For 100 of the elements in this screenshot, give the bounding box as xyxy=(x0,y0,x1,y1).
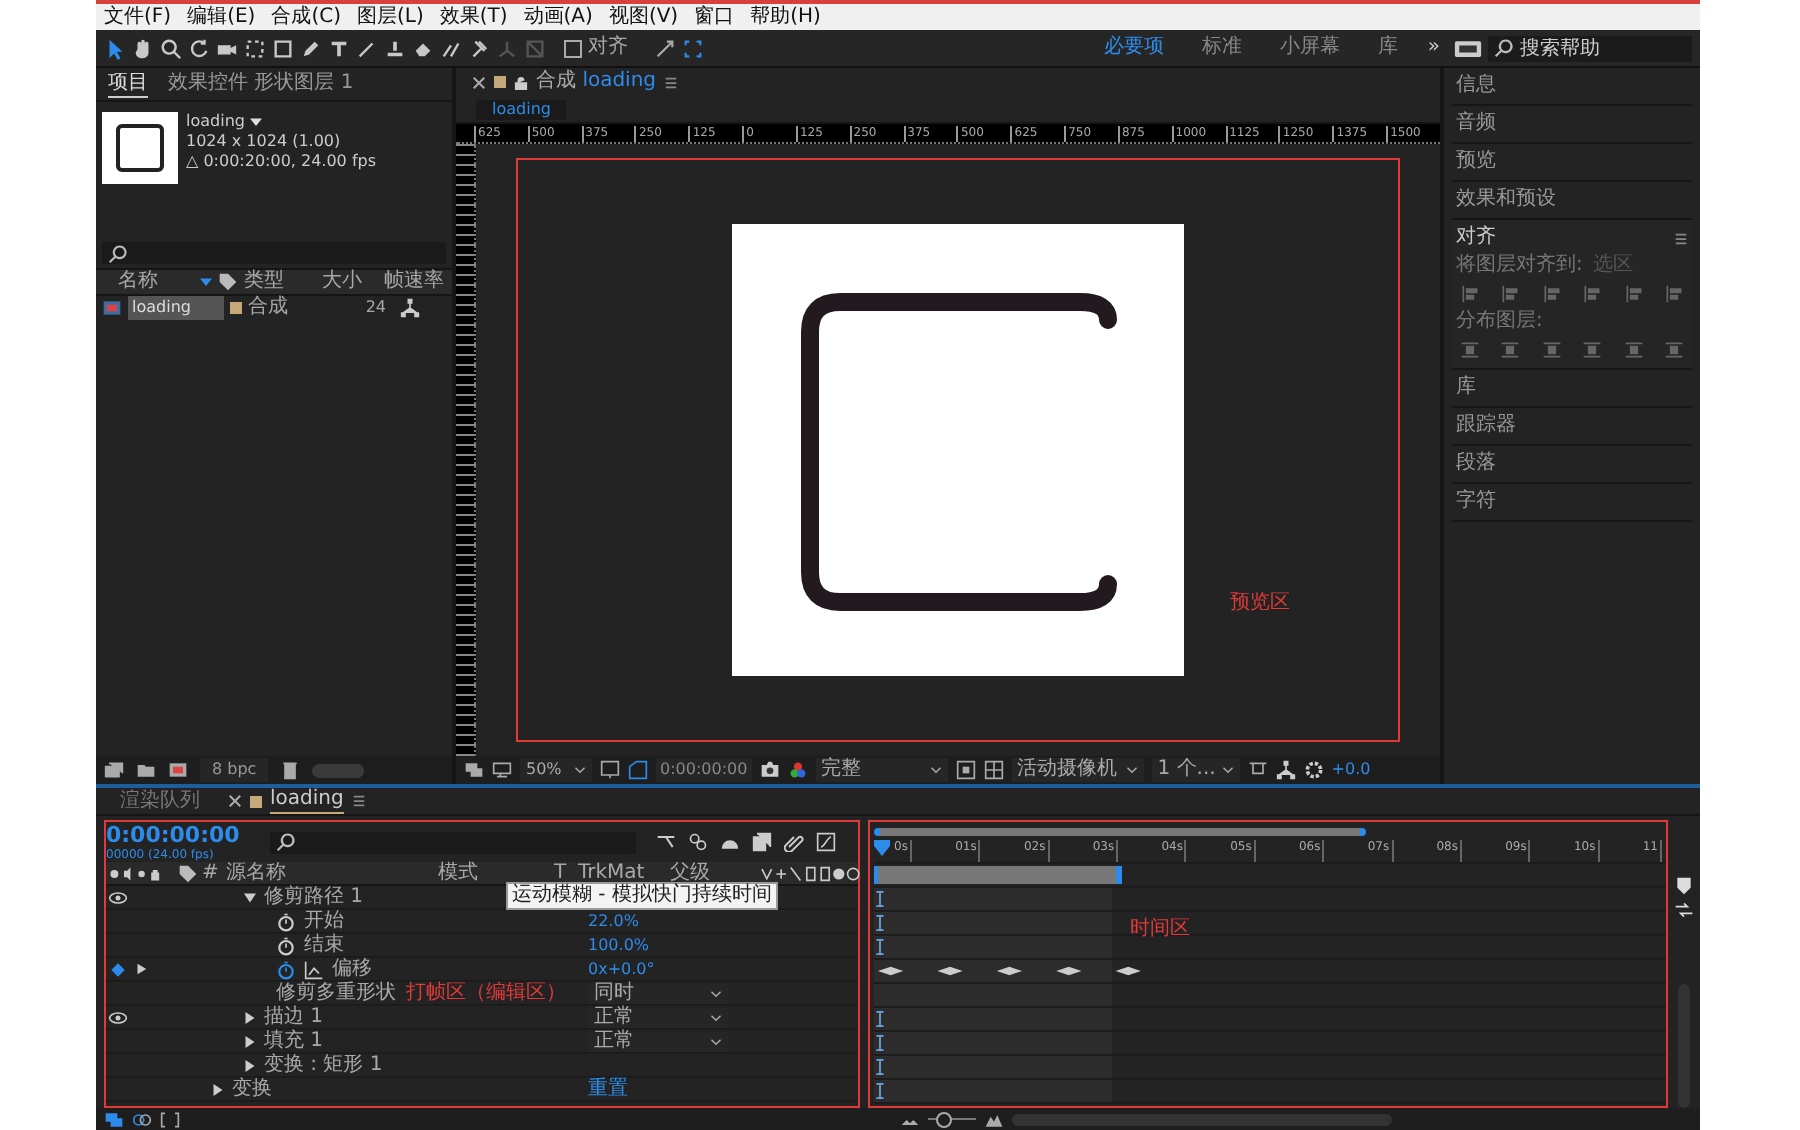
panel-menu-icon[interactable] xyxy=(1674,231,1688,245)
composition-breadcrumb[interactable]: loading xyxy=(476,99,567,119)
caret-icon[interactable] xyxy=(250,117,263,127)
panel-header[interactable]: 信息 xyxy=(1452,68,1692,106)
label-swatch[interactable] xyxy=(230,302,242,314)
stopwatch-icon[interactable] xyxy=(276,935,296,955)
panel-title[interactable]: 对齐 xyxy=(1456,226,1496,250)
property-value[interactable]: 22.0% xyxy=(588,909,639,933)
property-value[interactable]: 100.0% xyxy=(588,933,650,957)
workspace-tab[interactable]: 库 xyxy=(1361,36,1414,60)
distribute-middle-icon[interactable] xyxy=(1623,340,1644,360)
column-header[interactable]: 帧速率 xyxy=(384,270,444,294)
paperclip-icon[interactable] xyxy=(784,832,804,852)
timeline-tab[interactable]: 渲染队列 xyxy=(120,789,200,813)
twirl-triangle-icon[interactable] xyxy=(244,1011,256,1023)
close-icon[interactable] xyxy=(472,75,486,89)
menu-item[interactable]: 视图(V) xyxy=(608,5,679,29)
align-center-icon[interactable] xyxy=(1500,284,1521,304)
flowchart-icon[interactable] xyxy=(1275,760,1296,780)
keyframe-add-icon[interactable] xyxy=(108,959,128,979)
label-swatch[interactable] xyxy=(494,76,506,88)
selection-arrow-icon[interactable] xyxy=(104,37,126,59)
project-search-field[interactable] xyxy=(102,242,446,264)
help-search-field[interactable]: 搜索帮助 xyxy=(1520,37,1676,59)
panel-header[interactable]: 跟踪器 xyxy=(1452,408,1692,446)
panel-header[interactable]: 音频 xyxy=(1452,106,1692,144)
stamp-icon[interactable] xyxy=(384,37,406,59)
in-point-marker[interactable] xyxy=(876,1010,884,1028)
menu-item[interactable]: 图层(L) xyxy=(356,5,424,29)
thumbnail-size-bar[interactable] xyxy=(312,763,365,777)
property-name[interactable]: 描边 1 xyxy=(264,1006,324,1028)
color-channels-icon[interactable] xyxy=(787,760,808,780)
tag-icon[interactable] xyxy=(218,272,238,292)
align-right-icon[interactable] xyxy=(1541,284,1562,304)
twirl-triangle-icon[interactable] xyxy=(244,1035,256,1047)
snap-checkbox[interactable] xyxy=(564,39,582,57)
twirl-triangle-icon[interactable] xyxy=(212,1083,224,1095)
distribute-center-icon[interactable] xyxy=(1500,340,1521,360)
sort-caret-icon[interactable] xyxy=(200,277,212,287)
label-swatch[interactable] xyxy=(250,795,262,807)
distribute-left-icon[interactable] xyxy=(1460,340,1480,360)
column-header[interactable]: T xyxy=(554,862,574,884)
rotate-icon[interactable] xyxy=(188,37,210,59)
panel-menu-icon[interactable] xyxy=(664,75,679,89)
more-workspaces-button[interactable]: » xyxy=(1419,36,1448,60)
menu-item[interactable]: 编辑(E) xyxy=(187,5,256,29)
in-point-marker[interactable] xyxy=(876,890,884,908)
resolution-dropdown[interactable]: 完整 xyxy=(815,758,948,782)
menu-item[interactable]: 文件(F) xyxy=(104,5,172,29)
align-top-icon[interactable] xyxy=(1582,284,1603,304)
corners-icon[interactable] xyxy=(682,37,704,59)
pen-icon[interactable] xyxy=(300,37,322,59)
tag-icon[interactable] xyxy=(178,863,198,883)
panel-header[interactable]: 预览 xyxy=(1452,144,1692,182)
align-left-icon[interactable] xyxy=(1460,284,1480,304)
column-header[interactable]: 父级 xyxy=(670,862,750,884)
stopwatch-icon[interactable] xyxy=(276,911,296,931)
distribute-bottom-icon[interactable] xyxy=(1663,340,1684,360)
current-time-field[interactable]: 0:00:00:00 xyxy=(656,758,752,782)
exposure-value[interactable]: +0.0 xyxy=(1331,758,1371,782)
twirl-triangle-icon[interactable] xyxy=(244,891,256,903)
comp-marker-icon[interactable] xyxy=(1674,876,1694,896)
menu-item[interactable]: 动画(A) xyxy=(523,5,593,29)
eye-icon[interactable] xyxy=(108,887,128,907)
distribute-right-icon[interactable] xyxy=(1541,340,1562,360)
lock-icon[interactable] xyxy=(514,75,528,89)
monitor-icon[interactable] xyxy=(492,760,512,780)
property-value[interactable]: 0x+0.0° xyxy=(588,957,655,981)
zoom-in-mountains-icon[interactable] xyxy=(984,1109,1004,1129)
type-tool-icon[interactable] xyxy=(328,37,350,59)
column-header[interactable]: 源名称 xyxy=(226,862,434,884)
composition-tab[interactable]: 合成 loading xyxy=(536,70,657,94)
transparency-grid-icon[interactable] xyxy=(983,760,1004,780)
workspace-tab[interactable]: 标准 xyxy=(1185,36,1258,60)
workspace-tab[interactable]: 小屏幕 xyxy=(1263,36,1356,60)
next-keyframe-icon[interactable] xyxy=(134,962,148,976)
property-name[interactable]: 开始 xyxy=(304,910,344,932)
distribute-top-icon[interactable] xyxy=(1582,340,1603,360)
property-name[interactable]: 结束 xyxy=(304,934,344,956)
stopwatch-icon[interactable] xyxy=(276,959,296,979)
zoom-icon[interactable] xyxy=(160,37,182,59)
help-search-box[interactable]: 搜索帮助 xyxy=(1488,35,1692,61)
column-header[interactable]: 类型 xyxy=(244,270,316,294)
brackets-icon[interactable] xyxy=(160,1109,180,1129)
eye-icon[interactable] xyxy=(108,1007,128,1027)
property-name[interactable]: 修剪路径 1 xyxy=(264,886,364,908)
menu-item[interactable]: 窗口 xyxy=(694,5,735,29)
grid-toggle-icon[interactable] xyxy=(600,760,620,780)
circles-icon[interactable] xyxy=(132,1109,152,1129)
column-header[interactable]: 名称 xyxy=(102,270,194,294)
panel-tab[interactable]: 项目 xyxy=(108,71,148,97)
property-name[interactable]: 填充 1 xyxy=(264,1030,324,1052)
in-point-marker[interactable] xyxy=(876,914,884,932)
column-header[interactable]: # xyxy=(202,862,222,884)
align-bottom-icon[interactable] xyxy=(1663,284,1684,304)
menu-item[interactable]: 合成(C) xyxy=(271,5,341,29)
circles-icon[interactable] xyxy=(688,832,708,852)
trash-icon[interactable] xyxy=(280,760,301,780)
caret-icon[interactable] xyxy=(1125,766,1138,774)
in-point-marker[interactable] xyxy=(876,1082,884,1100)
